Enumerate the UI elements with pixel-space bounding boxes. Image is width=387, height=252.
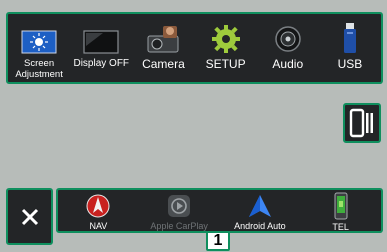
screen-adjustment-button[interactable]: Screen Adjustment	[9, 14, 69, 82]
usb-button[interactable]: USB	[320, 14, 380, 82]
audio-button[interactable]: Audio	[258, 14, 318, 82]
apple-carplay-button[interactable]: Apple CarPlay	[139, 190, 220, 231]
gear-icon	[211, 20, 241, 54]
audio-label: Audio	[272, 57, 304, 71]
android-auto-icon	[247, 192, 273, 219]
display-off-label: Display OFF	[73, 58, 130, 69]
tel-label: TEL	[332, 222, 349, 232]
tel-button[interactable]: TEL	[300, 190, 381, 232]
setup-button[interactable]: SETUP	[196, 14, 256, 82]
camera-label: Camera	[142, 57, 185, 71]
android-auto-label: Android Auto	[234, 221, 286, 231]
callout-number-badge: 1	[206, 231, 230, 251]
screen-adjust-icon	[21, 20, 57, 54]
screen-adjustment-label-2: Adjustment	[15, 69, 63, 80]
setup-label: SETUP	[205, 57, 246, 71]
close-icon	[8, 190, 51, 243]
nav-icon	[86, 192, 110, 219]
camera-button[interactable]: Camera	[133, 14, 193, 82]
callout-number: 1	[213, 232, 223, 249]
apple-carplay-label: Apple CarPlay	[150, 221, 208, 231]
usb-label: USB	[337, 57, 363, 71]
top-shortcut-bar: Screen Adjustment Display OFF Camera SET…	[6, 12, 383, 84]
android-auto-button[interactable]: Android Auto	[220, 190, 301, 231]
screen-adjustment-label-1: Screen	[24, 58, 55, 69]
speaker-icon	[273, 20, 303, 54]
phone-mirror-button[interactable]	[343, 103, 381, 143]
close-button[interactable]	[6, 188, 53, 245]
nav-label: NAV	[89, 221, 108, 231]
camera-icon	[145, 20, 181, 54]
display-off-button[interactable]: Display OFF	[71, 14, 131, 82]
phone-icon	[333, 192, 349, 220]
carplay-icon	[166, 192, 192, 219]
usb-icon	[340, 20, 360, 54]
app-launch-bar: NAV Apple CarPlay Android Auto TEL	[56, 188, 383, 233]
phone-mirror-icon	[345, 105, 379, 141]
nav-button[interactable]: NAV	[58, 190, 139, 231]
display-off-icon	[83, 20, 119, 54]
